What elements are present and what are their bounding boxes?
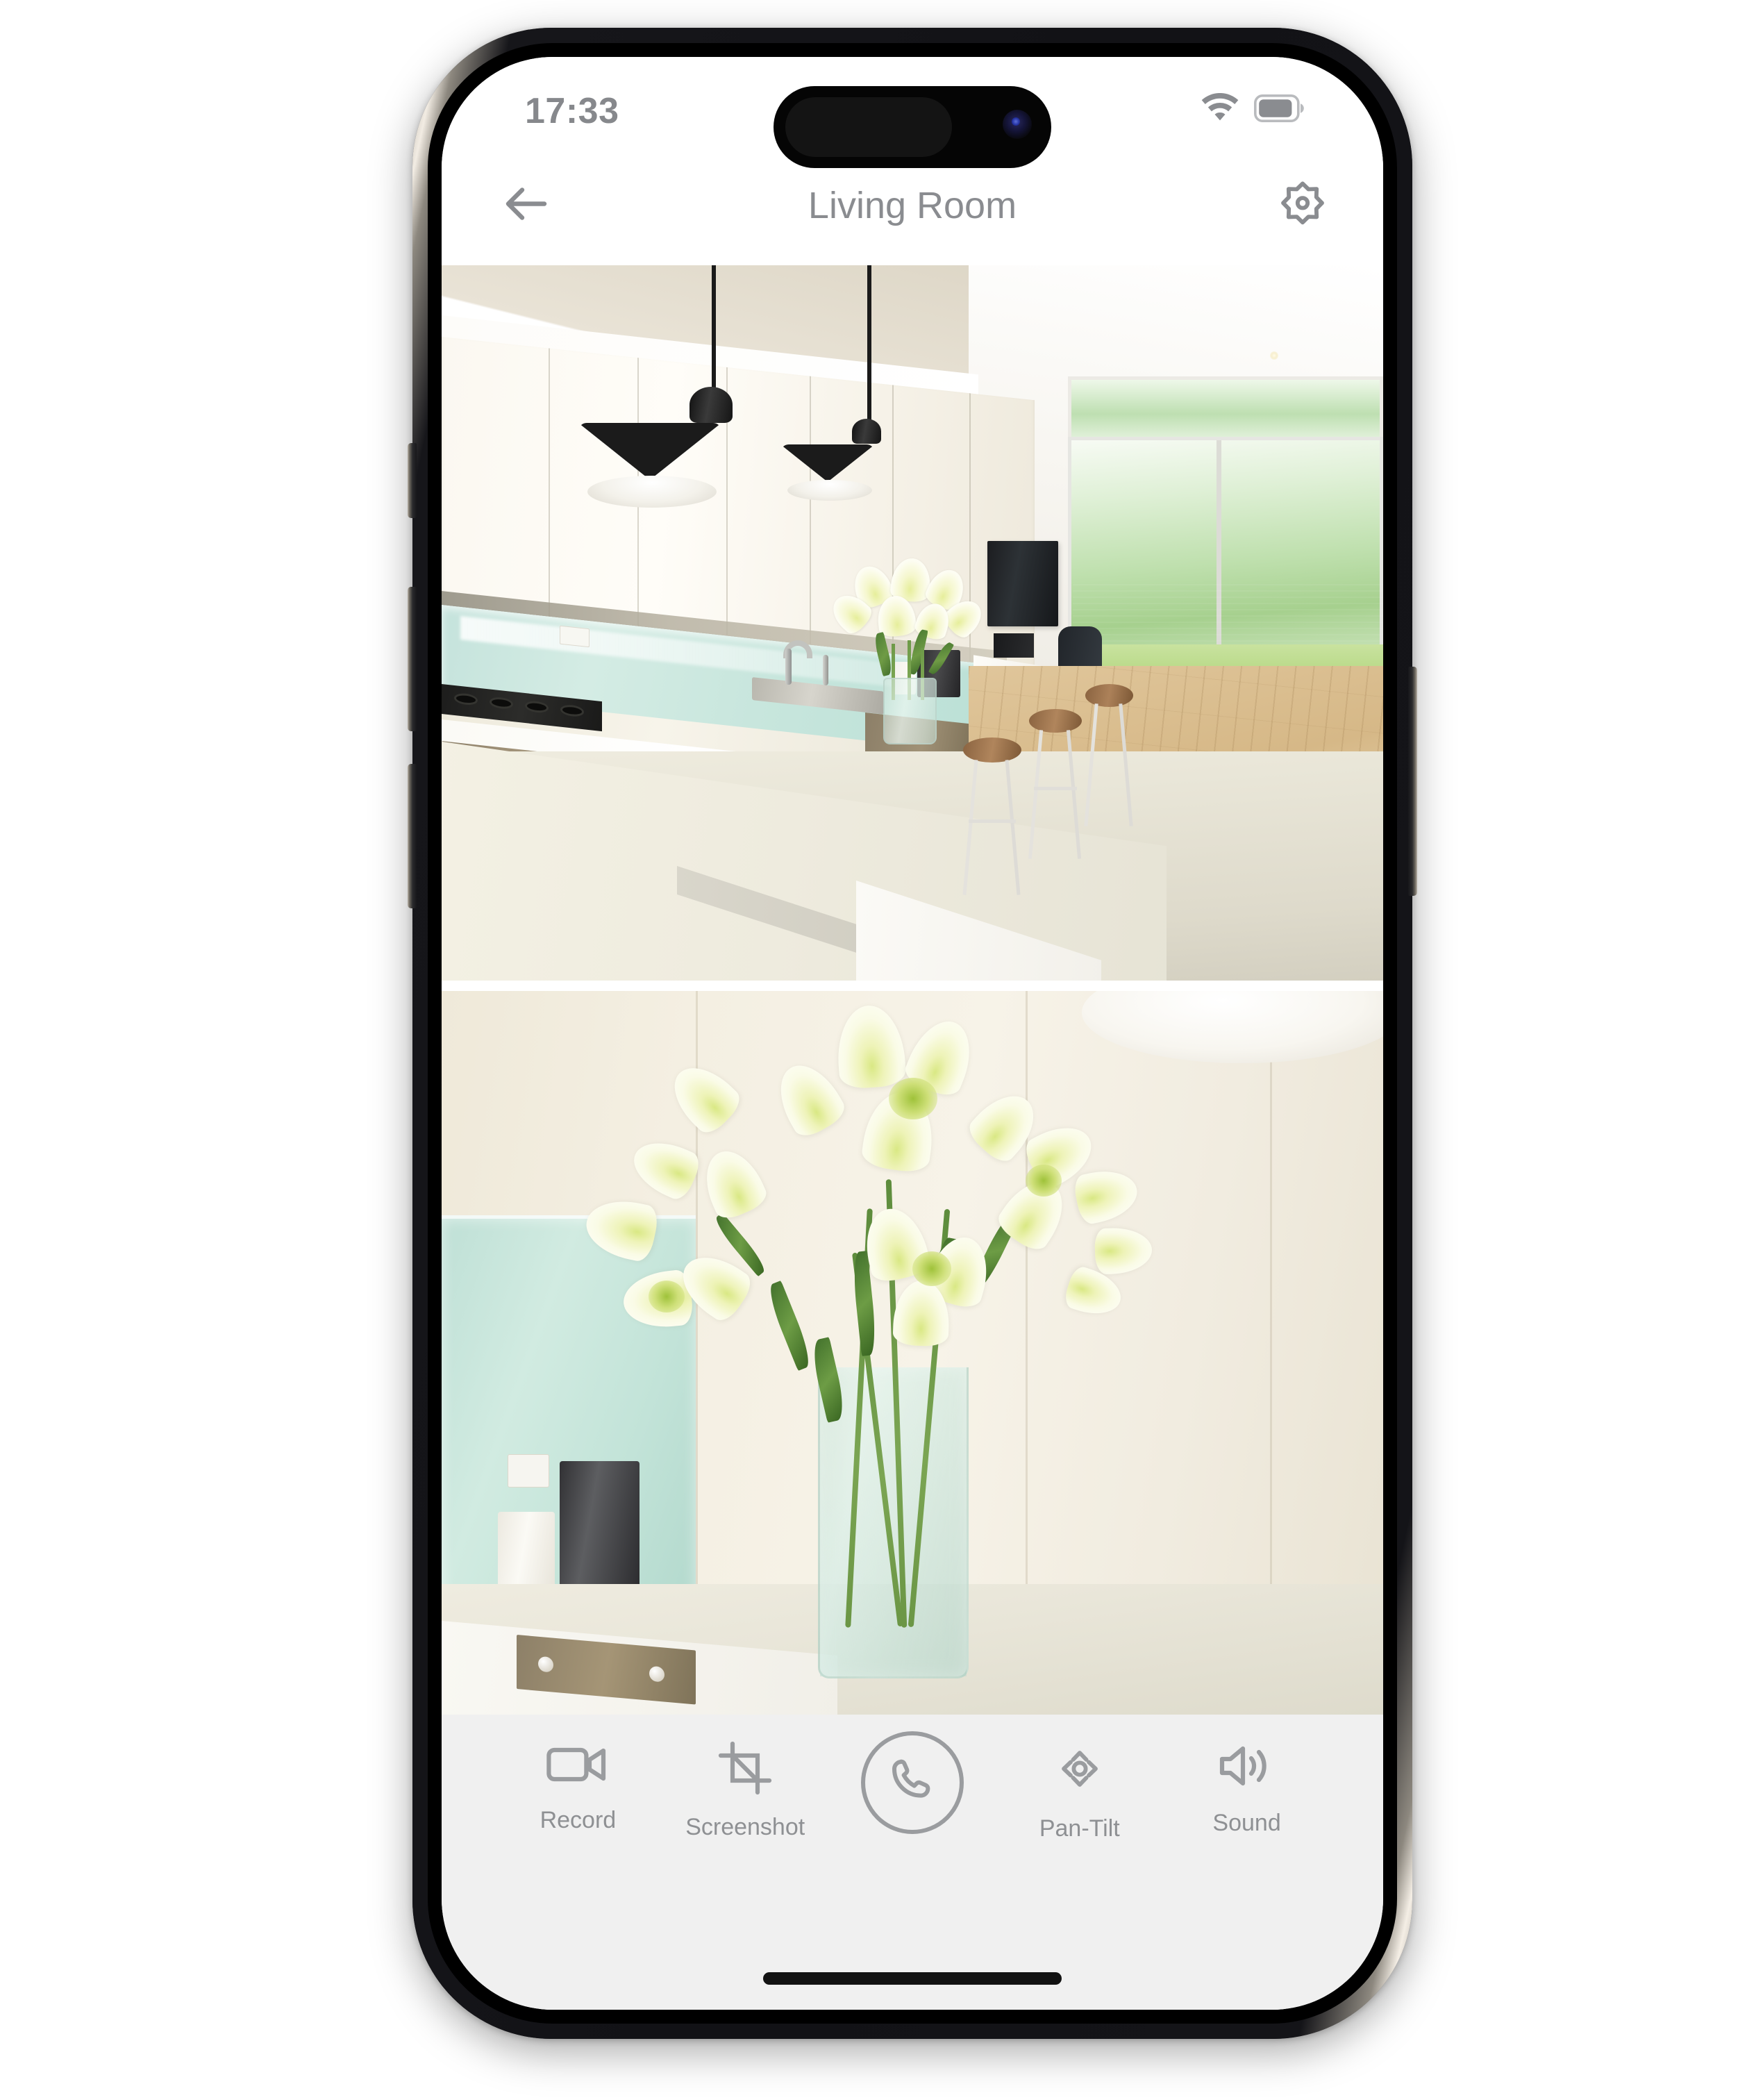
crop-icon bbox=[718, 1741, 772, 1799]
sound-button[interactable]: Sound bbox=[1163, 1741, 1330, 1837]
record-label: Record bbox=[540, 1807, 617, 1833]
sound-label: Sound bbox=[1212, 1810, 1281, 1836]
pan-tilt-button[interactable]: Pan-Tilt bbox=[996, 1741, 1163, 1842]
feed-top-scene bbox=[442, 265, 1383, 981]
phone-screen: 17:33 Living Room Record Screenshot Pan-… bbox=[442, 57, 1383, 2010]
home-indicator[interactable] bbox=[763, 1972, 1062, 1985]
power-button[interactable] bbox=[1408, 667, 1417, 896]
dynamic-island bbox=[774, 86, 1051, 168]
camera-feeds bbox=[442, 265, 1383, 1715]
action-button[interactable] bbox=[408, 443, 417, 518]
gear-icon[interactable] bbox=[1278, 179, 1328, 233]
camera-control-toolbar: Record Screenshot Pan-Tilt Sound bbox=[442, 1715, 1383, 2010]
pan-tilt-icon bbox=[1052, 1741, 1107, 1800]
page-title: Living Room bbox=[808, 185, 1017, 226]
screenshot-label: Screenshot bbox=[685, 1814, 805, 1840]
status-bar: 17:33 bbox=[442, 57, 1383, 168]
pan-tilt-label: Pan-Tilt bbox=[1039, 1815, 1120, 1842]
volume-down-button[interactable] bbox=[408, 764, 417, 908]
phone-device: 17:33 Living Room Record Screenshot Pan-… bbox=[408, 28, 1417, 2039]
camera-feed-top[interactable] bbox=[442, 265, 1383, 981]
screenshot-canvas: 17:33 Living Room Record Screenshot Pan-… bbox=[0, 0, 1747, 2100]
camera-feed-bottom[interactable] bbox=[442, 991, 1383, 1715]
front-camera-icon bbox=[1003, 110, 1032, 139]
video-camera-icon bbox=[546, 1741, 610, 1792]
status-bar-time: 17:33 bbox=[525, 91, 619, 131]
speaker-volume-icon bbox=[1218, 1741, 1276, 1794]
back-button[interactable] bbox=[503, 185, 549, 227]
record-button[interactable]: Record bbox=[494, 1741, 662, 1834]
volume-up-button[interactable] bbox=[408, 587, 417, 731]
status-bar-indicators bbox=[1200, 92, 1305, 127]
battery-icon bbox=[1253, 94, 1305, 126]
wifi-icon bbox=[1200, 92, 1240, 127]
call-button[interactable] bbox=[829, 1731, 996, 1849]
island-pill bbox=[785, 97, 952, 157]
screenshot-button[interactable]: Screenshot bbox=[662, 1741, 829, 1841]
call-button-ring bbox=[860, 1731, 964, 1834]
feed-bottom-scene bbox=[442, 991, 1383, 1715]
phone-call-icon bbox=[885, 1754, 939, 1812]
